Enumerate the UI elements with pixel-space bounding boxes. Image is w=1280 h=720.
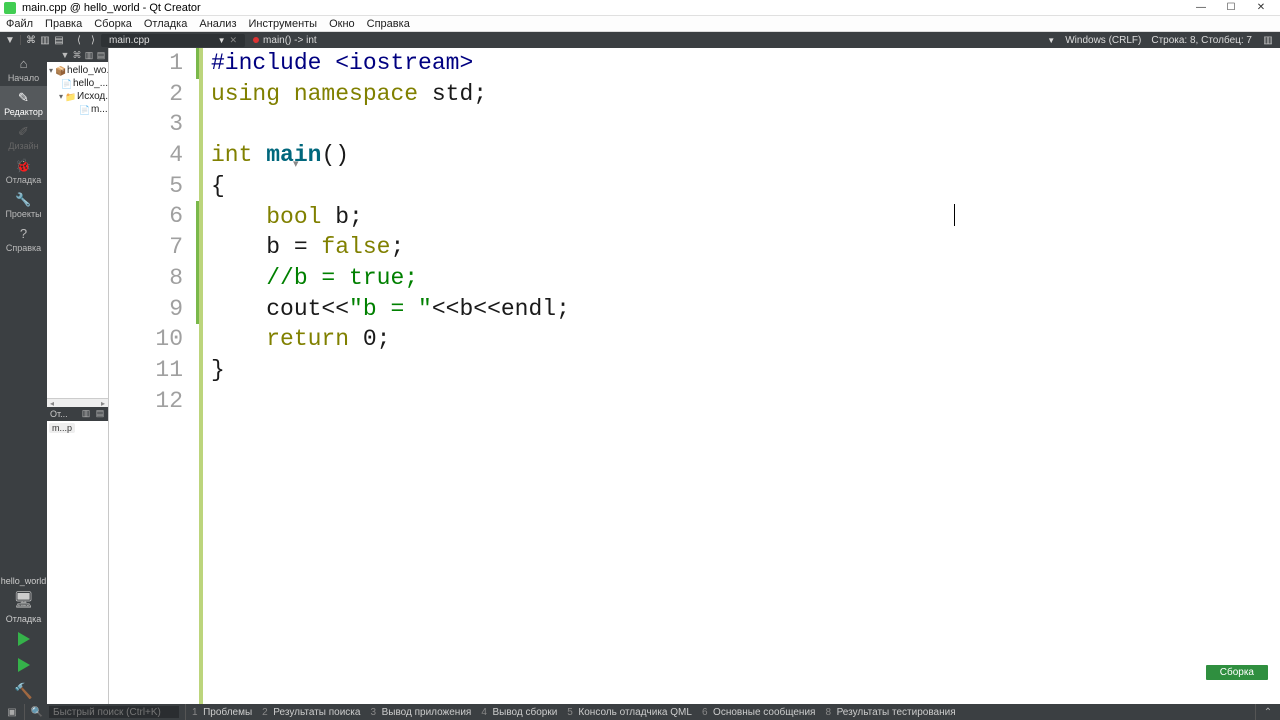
maximize-button[interactable]: ☐	[1216, 0, 1246, 16]
project-tree[interactable]: ▾hello_wo...hello_...▾Исход...m...	[47, 62, 108, 118]
output-pane-4[interactable]: 4 Вывод сборки	[481, 707, 557, 718]
encoding-status[interactable]: Windows (CRLF)	[1065, 35, 1141, 46]
open-doc-item[interactable]: m...p	[49, 423, 75, 433]
menubar: Файл Правка Сборка Отладка Анализ Инструменты…	[0, 16, 1280, 32]
nav-back-icon[interactable]: ⟨	[73, 34, 85, 46]
output-pane-5[interactable]: 5 Консоль отладчика QML	[567, 707, 692, 718]
output-toggle-icon[interactable]: ▣	[6, 706, 18, 718]
tab-dropdown-icon[interactable]: ▼	[218, 36, 226, 45]
cursor-position[interactable]: Строка: 8, Столбец: 7	[1151, 35, 1252, 46]
nav-fwd-icon[interactable]: ⟩	[87, 34, 99, 46]
mode-icon: ?	[16, 226, 32, 242]
file-tab-label: main.cpp	[109, 35, 150, 46]
panel-close-icon[interactable]: ▤	[96, 50, 106, 60]
output-pane-8[interactable]: 8 Результаты тестирования	[825, 707, 955, 718]
panel-filter-icon[interactable]: ▼	[60, 50, 70, 60]
open-docs-header: От... ▥ ▤	[47, 407, 108, 421]
menu-файл[interactable]: Файл	[6, 18, 33, 30]
split-h-icon[interactable]: ▥	[39, 34, 51, 46]
kit-name[interactable]: hello_world	[0, 574, 47, 588]
symbol-crumb[interactable]: main() -> int	[247, 35, 317, 46]
qt-logo-icon	[4, 2, 16, 14]
mode-icon: ✐	[16, 124, 32, 140]
opendocs-split-icon[interactable]: ▥	[81, 409, 91, 419]
search-icon: 🔍	[31, 706, 43, 718]
mode-редактор[interactable]: ✎Редактор	[0, 86, 47, 120]
crumb-dropdown-icon[interactable]: ▼	[1047, 36, 1055, 45]
symbol-dot-icon	[253, 37, 259, 43]
code-editor[interactable]: 123456789101112 ▾ #include <iostream> us…	[109, 48, 1280, 704]
output-pane-6[interactable]: 6 Основные сообщения	[702, 707, 816, 718]
mode-icon: ✎	[16, 90, 32, 106]
menu-окно[interactable]: Окно	[329, 18, 355, 30]
kit-config[interactable]: Отладка	[0, 612, 47, 626]
close-button[interactable]: ✕	[1246, 0, 1276, 16]
output-pane-3[interactable]: 3 Вывод приложения	[370, 707, 471, 718]
tree-hscroll[interactable]: ◂▸	[47, 398, 108, 407]
menu-правка[interactable]: Правка	[45, 18, 82, 30]
line-gutter: 123456789101112	[109, 48, 203, 704]
tree-row[interactable]: ▾Исход...	[47, 90, 108, 103]
bottom-status-bar: ▣ 🔍 1 Проблемы 2 Результаты поиска 3 Вывод…	[0, 704, 1280, 720]
menu-сборка[interactable]: Сборка	[94, 18, 132, 30]
menu-отладка[interactable]: Отладка	[144, 18, 187, 30]
filter-icon[interactable]: ▼	[4, 34, 16, 46]
mode-проекты[interactable]: 🔧Проекты	[0, 188, 47, 222]
output-pane-2[interactable]: 2 Результаты поиска	[262, 707, 360, 718]
text-cursor	[954, 204, 955, 226]
run-button[interactable]	[0, 626, 47, 652]
link-icon[interactable]: ⌘	[25, 34, 37, 46]
quick-search-input[interactable]	[49, 706, 179, 718]
tree-row[interactable]: m...	[47, 103, 108, 116]
menu-анализ[interactable]: Анализ	[199, 18, 236, 30]
tree-row[interactable]: ▾hello_wo...	[47, 64, 108, 77]
kit-monitor-icon[interactable]: 🖥	[0, 588, 47, 612]
open-docs-list[interactable]: m...p	[47, 421, 108, 705]
mode-icon: ⌂	[16, 56, 32, 72]
window-title: main.cpp @ hello_world - Qt Creator	[22, 2, 1186, 14]
panel-link-icon[interactable]: ⌘	[72, 50, 82, 60]
project-panel: ▼ ⌘ ▥ ▤ ▾hello_wo...hello_...▾Исход...m.…	[47, 48, 109, 704]
tab-close-icon[interactable]: ✕	[230, 35, 238, 46]
minimize-button[interactable]: —	[1186, 0, 1216, 16]
mode-начало[interactable]: ⌂Начало	[0, 52, 47, 86]
tree-row[interactable]: hello_...	[47, 77, 108, 90]
output-pane-1[interactable]: 1 Проблемы	[192, 707, 252, 718]
menu-инструменты[interactable]: Инструменты	[249, 18, 318, 30]
project-panel-header: ▼ ⌘ ▥ ▤	[47, 48, 108, 62]
mode-справка[interactable]: ?Справка	[0, 222, 47, 256]
debug-run-button[interactable]	[0, 652, 47, 678]
split-v-icon[interactable]: ▤	[53, 34, 65, 46]
editor-toolbar: ▼ ⌘ ▥ ▤ ⟨ ⟩ main.cpp ▼ ✕ main() -> int ▼…	[0, 32, 1280, 48]
build-progress-badge: Сборка	[1206, 665, 1268, 680]
file-tab[interactable]: main.cpp ▼ ✕	[101, 34, 245, 47]
mode-bar: ⌂Начало✎Редактор✐Дизайн🐞Отладка🔧Проекты?…	[0, 48, 47, 704]
build-button[interactable]: 🔨	[0, 678, 47, 704]
mode-отладка[interactable]: 🐞Отладка	[0, 154, 47, 188]
menu-справка[interactable]: Справка	[367, 18, 410, 30]
panel-add-split-icon[interactable]: ▥	[84, 50, 94, 60]
mode-дизайн[interactable]: ✐Дизайн	[0, 120, 47, 154]
opendocs-close-icon[interactable]: ▤	[95, 409, 105, 419]
split-editor-icon[interactable]: ▥	[1262, 34, 1274, 46]
close-output-icon[interactable]: ⌃	[1262, 706, 1274, 718]
mode-icon: 🔧	[16, 192, 32, 208]
titlebar: main.cpp @ hello_world - Qt Creator — ☐ …	[0, 0, 1280, 16]
code-area[interactable]: #include <iostream> using namespace std;…	[203, 48, 1280, 704]
fold-icon[interactable]: ▾	[293, 157, 299, 170]
mode-icon: 🐞	[16, 158, 32, 174]
